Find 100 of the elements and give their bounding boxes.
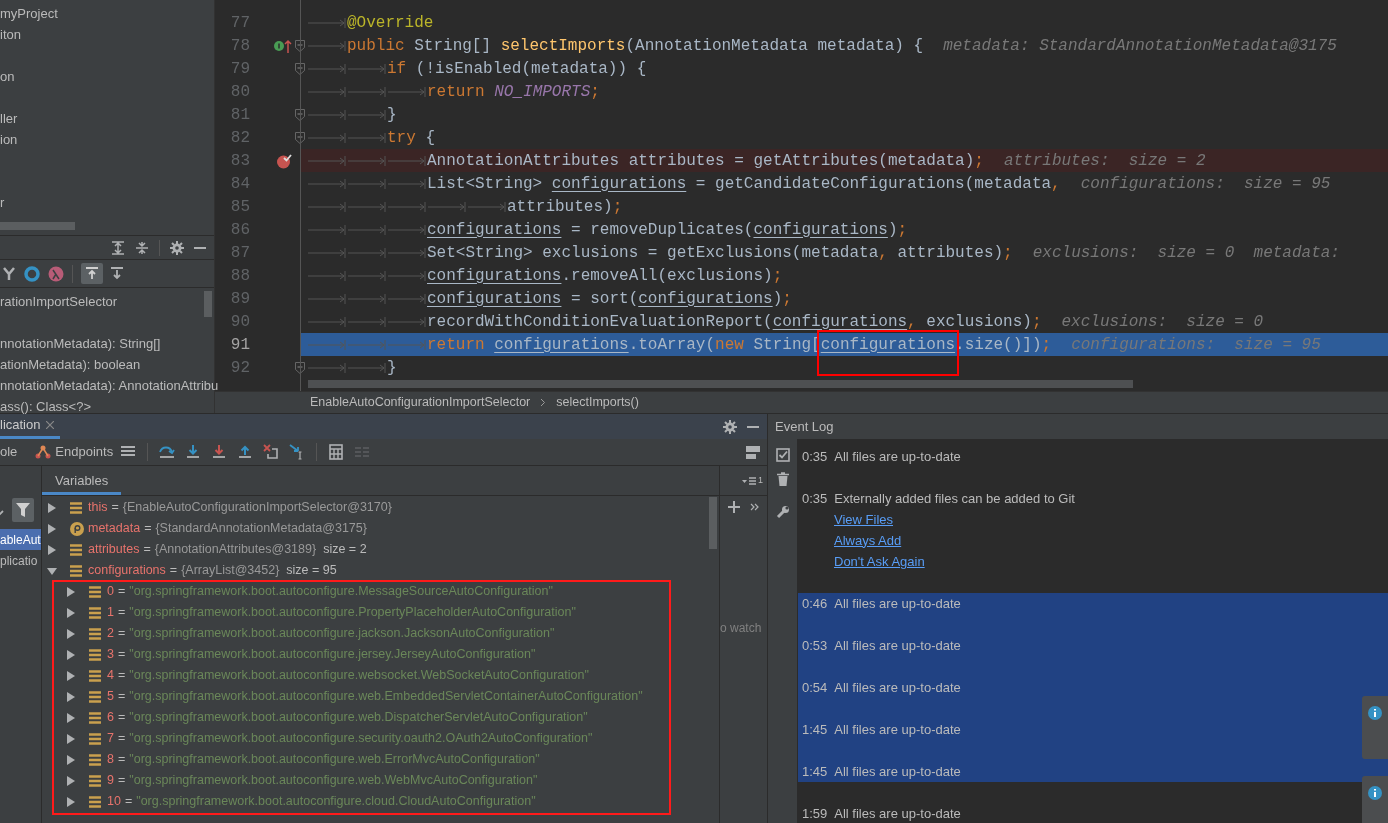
selected-log-row[interactable]: 0:54 All files are up-to-date [798, 677, 1388, 698]
variable-entry[interactable]: 6 = "org.springframework.boot.autoconfigure.web.DispatcherServletAutoConfiguration" [107, 708, 588, 727]
endpoints-tab[interactable]: Endpoints [33, 442, 116, 462]
tab-marker [307, 108, 347, 121]
autoscroll-from-source-icon[interactable] [111, 267, 123, 280]
structure-item[interactable]: rationImportSelector [0, 291, 118, 312]
tab-marker [307, 246, 347, 259]
log-message: All files are up-to-date [834, 636, 961, 655]
code-token: configurations [772, 311, 908, 333]
calculator-icon[interactable] [328, 444, 345, 460]
expand-arrow-icon[interactable] [66, 586, 76, 597]
scrollbar-thumb[interactable] [0, 222, 75, 230]
stack-frame[interactable]: ableAut [0, 529, 41, 550]
scrollbar-thumb[interactable] [709, 497, 717, 549]
variable-entry[interactable]: 3 = "org.springframework.boot.autoconfigure.jersey.JerseyAutoConfiguration" [107, 645, 536, 664]
layout-icon[interactable] [745, 444, 761, 460]
fold-marker-icon[interactable] [295, 131, 305, 144]
add-icon[interactable] [728, 501, 740, 513]
expand-arrow-icon[interactable] [66, 607, 76, 618]
expand-arrow-icon[interactable] [66, 733, 76, 744]
restore-layout-icon[interactable] [742, 475, 756, 486]
more-chevron-icon[interactable] [750, 503, 759, 511]
variable-entry[interactable]: 9 = "org.springframework.boot.autoconfigure.web.WebMvcAutoConfiguration" [107, 771, 538, 790]
circle-icon[interactable] [24, 265, 40, 282]
stack-frame[interactable]: plicatio [0, 550, 41, 571]
step-over-icon[interactable] [159, 444, 176, 460]
fork-icon[interactable] [2, 266, 16, 281]
expand-arrow-icon[interactable] [66, 712, 76, 723]
selected-log-row[interactable]: 0:46 All files are up-to-date [798, 593, 1388, 614]
tree-item[interactable]: myProject [0, 3, 58, 24]
variable-entry[interactable]: 4 = "org.springframework.boot.autoconfigure.websocket.WebSocketAutoConfiguration" [107, 666, 589, 685]
filter-button[interactable] [12, 498, 34, 522]
expand-arrow-icon[interactable] [47, 502, 57, 513]
structure-item[interactable]: nnotationMetadata): AnnotationAttribu [0, 375, 219, 396]
expand-arrow-icon[interactable] [66, 775, 76, 786]
settings-icon[interactable] [723, 419, 737, 434]
tree-item[interactable]: r [0, 192, 5, 213]
collapse-all-icon[interactable] [135, 240, 149, 255]
run-config-tab[interactable]: lication [0, 414, 61, 439]
expand-all-icon[interactable] [111, 240, 125, 255]
variable-entry[interactable]: 5 = "org.springframework.boot.autoconfigure.web.EmbeddedServletContainerAutoConfiguration" [107, 687, 643, 706]
lambda-icon[interactable] [48, 265, 64, 282]
override-marker-icon[interactable] [274, 38, 292, 53]
expand-arrow-icon[interactable] [47, 544, 57, 555]
expand-arrow-icon[interactable] [66, 649, 76, 660]
tree-item[interactable]: on [0, 66, 15, 87]
force-step-into-icon[interactable] [211, 444, 228, 460]
notification-popup[interactable] [1362, 776, 1388, 823]
fold-marker-icon[interactable] [295, 39, 305, 52]
step-out-icon[interactable] [237, 444, 254, 460]
drop-frame-icon[interactable] [263, 444, 280, 460]
expand-arrow-icon[interactable] [66, 691, 76, 702]
code-token: if [387, 58, 408, 80]
variable-entry[interactable]: 8 = "org.springframework.boot.autoconfigure.web.ErrorMvcAutoConfiguration" [107, 750, 540, 769]
expand-arrow-icon[interactable] [66, 628, 76, 639]
log-link[interactable]: View Files [834, 509, 893, 530]
settings-icon[interactable] [170, 240, 184, 255]
step-into-icon[interactable] [185, 444, 202, 460]
notification-popup[interactable] [1362, 696, 1388, 759]
log-link[interactable]: Don't Ask Again [834, 551, 925, 572]
variable-entry[interactable]: 0 = "org.springframework.boot.autoconfigure.MessageSourceAutoConfiguration" [107, 582, 553, 601]
structure-item[interactable]: nnotationMetadata): String[] [0, 333, 161, 354]
variable-entry[interactable]: 2 = "org.springframework.boot.autoconfigure.jackson.JacksonAutoConfiguration" [107, 624, 555, 643]
variable-entry[interactable]: 1 = "org.springframework.boot.autoconfigure.PropertyPlaceholderAutoConfiguration" [107, 603, 576, 622]
tree-item[interactable]: iton [0, 24, 21, 45]
breadcrumb-item[interactable]: selectImports() [556, 393, 639, 412]
expand-arrow-icon[interactable] [66, 670, 76, 681]
variable-entry[interactable]: configurations = {ArrayList@3452} size = 95 [88, 561, 337, 580]
selected-log-row[interactable]: 1:45 All files are up-to-date [798, 761, 1388, 782]
wrench-icon[interactable] [775, 505, 790, 519]
breadcrumb-item[interactable]: EnableAutoConfigurationImportSelector [310, 393, 531, 412]
close-icon[interactable] [46, 421, 55, 429]
expand-arrow-icon[interactable] [66, 796, 76, 807]
checkbox-icon[interactable] [775, 448, 790, 462]
breakpoint-icon[interactable] [276, 152, 292, 169]
fold-marker-icon[interactable] [295, 62, 305, 75]
log-link[interactable]: Always Add [834, 530, 902, 551]
autoscroll-to-source-button[interactable] [81, 263, 103, 284]
variable-entry[interactable]: metadata = {StandardAnnotationMetadata@3175} [88, 519, 367, 538]
variable-entry[interactable]: 10 = "org.springframework.boot.autoconfigure.cloud.CloudAutoConfiguration" [107, 792, 536, 811]
expand-arrow-icon[interactable] [47, 523, 57, 534]
tree-item[interactable]: ion [0, 129, 18, 150]
trash-icon[interactable] [776, 472, 789, 486]
selected-log-row[interactable]: 0:53 All files are up-to-date [798, 635, 1388, 656]
tree-item[interactable]: ller [0, 108, 18, 129]
fold-marker-icon[interactable] [295, 361, 305, 374]
variable-entry[interactable]: 7 = "org.springframework.boot.autoconfigure.security.oauth2.OAuth2AutoConfiguration" [107, 729, 593, 748]
scrollbar-thumb[interactable] [204, 291, 212, 317]
variable-entry[interactable]: attributes = {AnnotationAttributes@3189} size = 2 [88, 540, 367, 559]
fold-marker-icon[interactable] [295, 108, 305, 121]
collapse-arrow-icon[interactable] [47, 565, 57, 576]
expand-arrow-icon[interactable] [66, 754, 76, 765]
structure-item[interactable]: ass(): Class<?> [0, 396, 92, 417]
variables-tab[interactable]: Variables [42, 469, 122, 495]
structure-item[interactable]: ationMetadata): boolean [0, 354, 141, 375]
console-tab[interactable]: ole [0, 442, 18, 462]
info-icon [1368, 786, 1382, 800]
field-icon [70, 543, 82, 556]
variable-entry[interactable]: this = {EnableAutoConfigurationImportSelector@3170} [88, 498, 392, 517]
scrollbar-thumb[interactable] [308, 380, 1133, 388]
